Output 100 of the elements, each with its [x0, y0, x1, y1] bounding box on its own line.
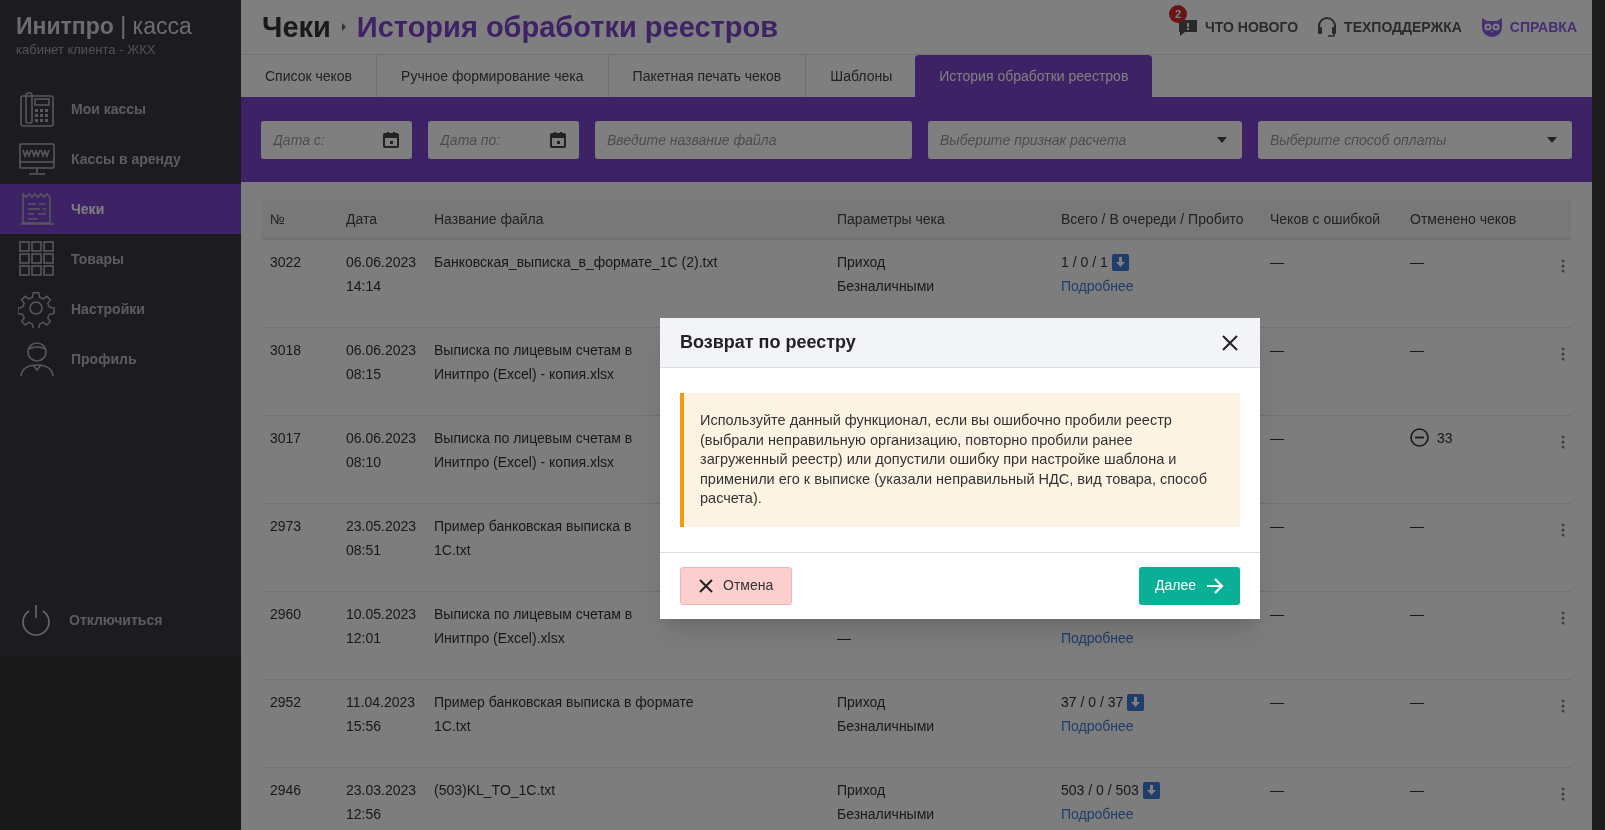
table-cell-text: — — [1269, 429, 1285, 448]
close-icon — [699, 578, 713, 593]
time-text: 15:56 — [346, 717, 383, 736]
close-button[interactable] — [1220, 332, 1240, 353]
column-header: Чеков с ошибкой — [1269, 209, 1382, 229]
file-name: 1C.txt — [434, 541, 471, 560]
kebab-menu-icon — [1561, 435, 1565, 449]
download-icon — [1131, 697, 1141, 707]
date-text: 06.06.2023 — [346, 429, 418, 448]
table-cell-text: — — [1269, 605, 1285, 624]
close-icon — [1222, 334, 1238, 351]
date-text: 10.05.2023 — [346, 605, 418, 624]
payment-text: Безналичными — [837, 717, 936, 736]
kebab-menu-icon — [1561, 523, 1565, 537]
time-text: 08:15 — [346, 365, 383, 384]
breadcrumb-item[interactable]: Чеки — [262, 9, 331, 45]
table-cell-text: 2946 — [269, 781, 303, 800]
brand-logo: Инитпро | касса — [15, 12, 193, 40]
details-link[interactable]: Подробнее — [1061, 802, 1134, 826]
sidebar-item[interactable]: Товары — [0, 234, 241, 284]
file-name: Выписка по лицевым счетам в — [434, 605, 633, 624]
date-text: 23.05.2023 — [346, 517, 418, 536]
receipt-icon — [18, 190, 56, 228]
kebab-menu-icon — [1561, 699, 1565, 713]
sidebar-item[interactable]: Чеки — [0, 184, 241, 234]
phone-icon — [18, 90, 56, 128]
table-cell-text: 3017 — [269, 429, 303, 448]
tab[interactable]: История обработки реестров — [915, 55, 1153, 97]
kebab-menu-icon — [1561, 259, 1565, 273]
notification-badge: 2 — [1168, 5, 1187, 23]
monitor-icon — [18, 140, 56, 178]
payment-text: Безналичными — [837, 277, 936, 296]
totals-text: 37 / 0 / 37 — [1061, 693, 1124, 712]
grid-icon — [18, 240, 56, 278]
header-link[interactable]: ТЕХПОДДЕРЖКА — [1316, 16, 1462, 38]
person-icon — [18, 340, 56, 378]
table-cell-text: — — [1410, 517, 1424, 536]
file-name: Выписка по лицевым счетам в — [434, 341, 633, 360]
sidebar-item[interactable]: Профиль — [0, 334, 241, 384]
file-name: (503)KL_TO_1C.txt — [434, 781, 556, 800]
calendar-icon — [382, 130, 400, 149]
time-text: 12:56 — [346, 805, 383, 824]
totals-text: 503 / 0 / 503 — [1061, 781, 1139, 800]
table-cell-text: 2952 — [269, 693, 303, 712]
file-name: Инитпро (Excel) - копия.xlsx — [434, 453, 615, 472]
file-name: Пример банковская выписка в формате — [434, 693, 694, 712]
details-link[interactable]: Подробнее — [1061, 274, 1134, 298]
column-header: Всего / В очереди / Пробито — [1060, 209, 1245, 229]
next-button[interactable]: Далее — [1139, 566, 1240, 605]
file-name: Пример банковская выписка в — [434, 517, 632, 536]
download-icon — [1146, 785, 1156, 795]
dialog-title: Возврат по реестру — [680, 331, 856, 354]
file-name: Инитпро (Excel) - копия.xlsx — [434, 365, 615, 384]
date-text: 06.06.2023 — [346, 253, 418, 272]
logout-button[interactable]: Отключиться — [0, 595, 241, 645]
headset-icon — [1316, 16, 1339, 38]
table-cell-text: — — [1410, 341, 1424, 360]
sidebar-item[interactable]: Настройки — [0, 284, 241, 334]
owl-icon — [1479, 16, 1504, 38]
date-text: 23.03.2023 — [346, 781, 418, 800]
details-link[interactable]: Подробнее — [1061, 626, 1134, 650]
operation-text: Приход — [837, 693, 887, 712]
time-text: 14:14 — [346, 277, 383, 296]
caret-down-icon — [1216, 135, 1228, 144]
kebab-menu-icon — [1561, 347, 1565, 361]
header-link[interactable]: СПРАВКА — [1479, 16, 1577, 38]
table-cell-text: — — [1410, 781, 1424, 800]
table-cell-text: — — [1410, 693, 1424, 712]
operation-text: Приход — [837, 781, 887, 800]
table-cell-text: — — [1269, 253, 1285, 272]
calendar-icon — [549, 130, 567, 149]
details-link[interactable]: Подробнее — [1061, 714, 1134, 738]
kebab-menu-icon — [1561, 787, 1565, 801]
table-cell-text: — — [1410, 253, 1424, 272]
table-cell-text: — — [1269, 781, 1285, 800]
sidebar-item[interactable]: Кассы в аренду — [0, 134, 241, 184]
column-header: Отменено чеков — [1409, 209, 1518, 229]
table-cell-text: — — [1269, 341, 1285, 360]
cancel-button[interactable]: Отмена — [680, 566, 793, 605]
breadcrumb-item: История обработки реестров — [356, 10, 779, 45]
cancelled-count: 33 — [1437, 429, 1453, 448]
table-cell-text: 3022 — [269, 253, 303, 272]
payment-text: — — [837, 629, 852, 648]
operation-text: Приход — [837, 253, 887, 272]
date-text: 11.04.2023 — [346, 693, 417, 712]
file-name: Банковская_выписка_в_формате_1С (2).txt — [434, 253, 718, 272]
table-cell-text: — — [1269, 517, 1285, 536]
table-cell-text: 2973 — [269, 517, 303, 536]
time-text: 08:51 — [346, 541, 383, 560]
download-button[interactable] — [1127, 693, 1145, 711]
time-text: 08:10 — [346, 453, 383, 472]
minus-circle-icon — [1410, 428, 1429, 447]
column-header: Название файла — [433, 209, 545, 229]
caret-down-icon — [1546, 135, 1558, 144]
download-button[interactable] — [1142, 781, 1160, 799]
download-button[interactable] — [1111, 253, 1129, 271]
sidebar-item[interactable]: Мои кассы — [0, 84, 241, 134]
download-icon — [1115, 257, 1125, 267]
column-header: Дата — [345, 209, 378, 229]
file-name: Выписка по лицевым счетам в — [434, 429, 633, 448]
